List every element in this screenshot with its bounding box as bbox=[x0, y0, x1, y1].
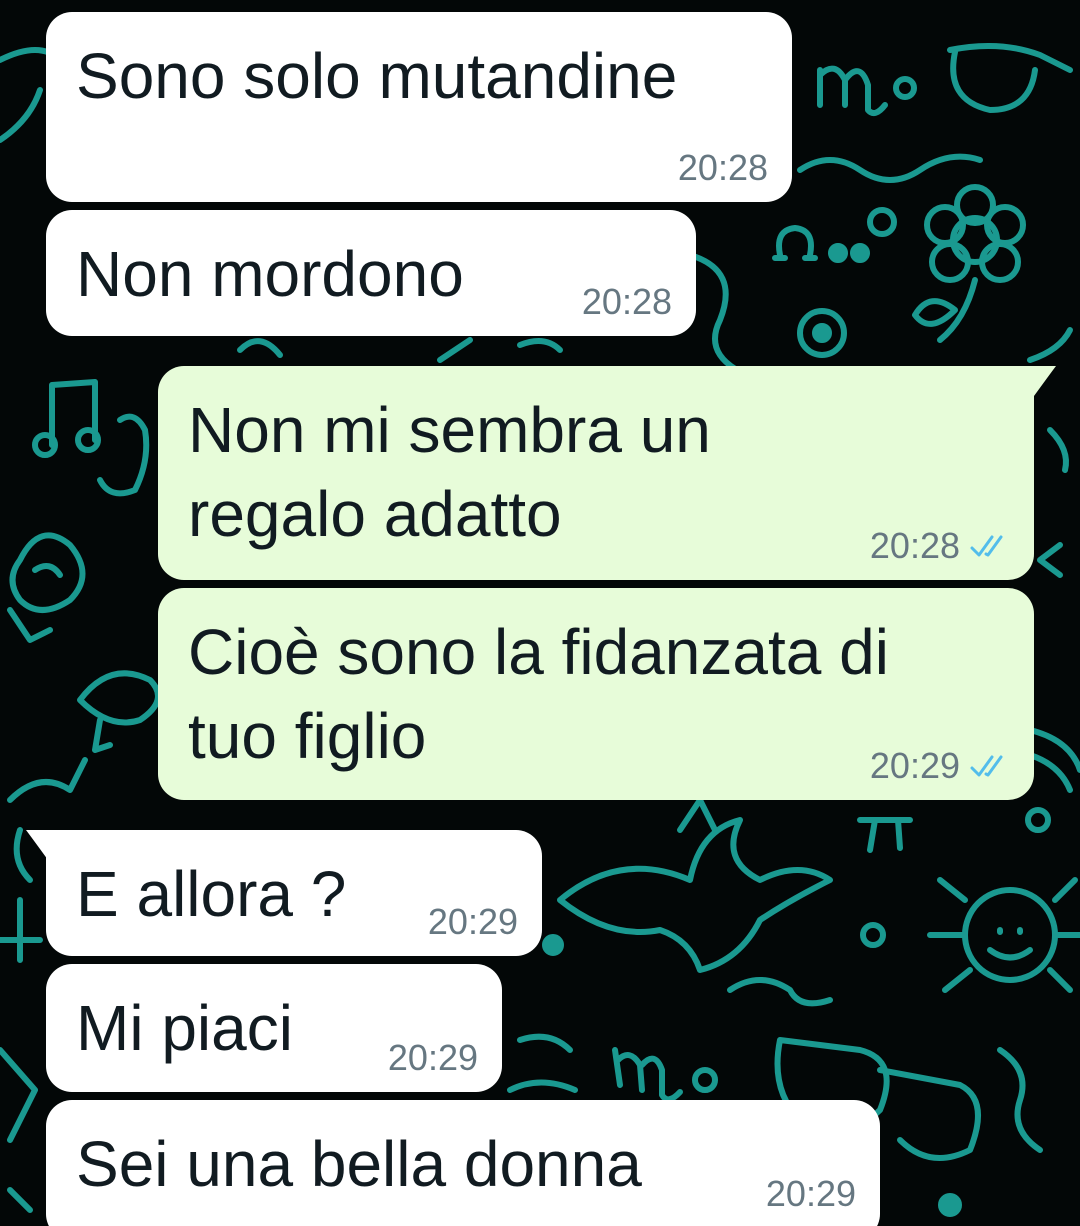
message-meta: 20:29 bbox=[766, 1174, 856, 1214]
phoenix-doodle-icon bbox=[557, 817, 833, 973]
message-time: 20:28 bbox=[677, 147, 768, 188]
message-time: 20:29 bbox=[387, 1037, 478, 1078]
message-bubble-outgoing[interactable]: Non mi sembra un regalo adatto 20:28 bbox=[158, 366, 1034, 580]
double-check-read-icon bbox=[970, 755, 1003, 777]
message-time: 20:28 bbox=[869, 525, 960, 566]
bird-doodle-icon bbox=[77, 670, 161, 753]
message-bubble-incoming[interactable]: Mi piaci 20:29 bbox=[46, 964, 502, 1092]
message-time: 20:28 bbox=[581, 281, 672, 322]
double-check-read-icon bbox=[970, 535, 1003, 557]
message-text: Sono solo mutandine bbox=[76, 40, 678, 112]
message-meta: 20:28 bbox=[582, 282, 672, 322]
message-text: Sei una bella donna bbox=[76, 1128, 642, 1200]
spider-doodle-icon bbox=[962, 887, 1058, 983]
music-note-doodle-icon bbox=[49, 379, 98, 448]
rose-doodle-icon bbox=[7, 532, 86, 643]
message-meta: 20:28 bbox=[870, 526, 1010, 566]
message-text: Non mordono bbox=[76, 238, 464, 310]
zodiac-doodle-icon bbox=[817, 65, 888, 117]
message-time: 20:29 bbox=[869, 745, 960, 786]
message-meta: 20:28 bbox=[678, 148, 768, 188]
message-bubble-incoming[interactable]: Sono solo mutandine 20:28 bbox=[46, 12, 792, 202]
message-bubble-incoming[interactable]: E allora ? 20:29 bbox=[46, 830, 542, 956]
message-bubble-outgoing[interactable]: Cioè sono la fidanzata di tuo figlio 20:… bbox=[158, 588, 1034, 800]
message-bubble-incoming[interactable]: Sei una bella donna 20:29 bbox=[46, 1100, 880, 1226]
message-meta: 20:29 bbox=[870, 746, 1010, 786]
message-meta: 20:29 bbox=[388, 1038, 478, 1078]
message-meta: 20:29 bbox=[428, 902, 518, 942]
message-time: 20:29 bbox=[765, 1173, 856, 1214]
message-bubble-incoming[interactable]: Non mordono 20:28 bbox=[46, 210, 696, 336]
sunglasses-doodle-icon bbox=[947, 43, 1073, 113]
chat-view[interactable]: Sono solo mutandine 20:28 Non mordono 20… bbox=[0, 0, 1080, 1226]
pi-doodle-icon bbox=[857, 817, 913, 853]
message-time: 20:29 bbox=[427, 901, 518, 942]
